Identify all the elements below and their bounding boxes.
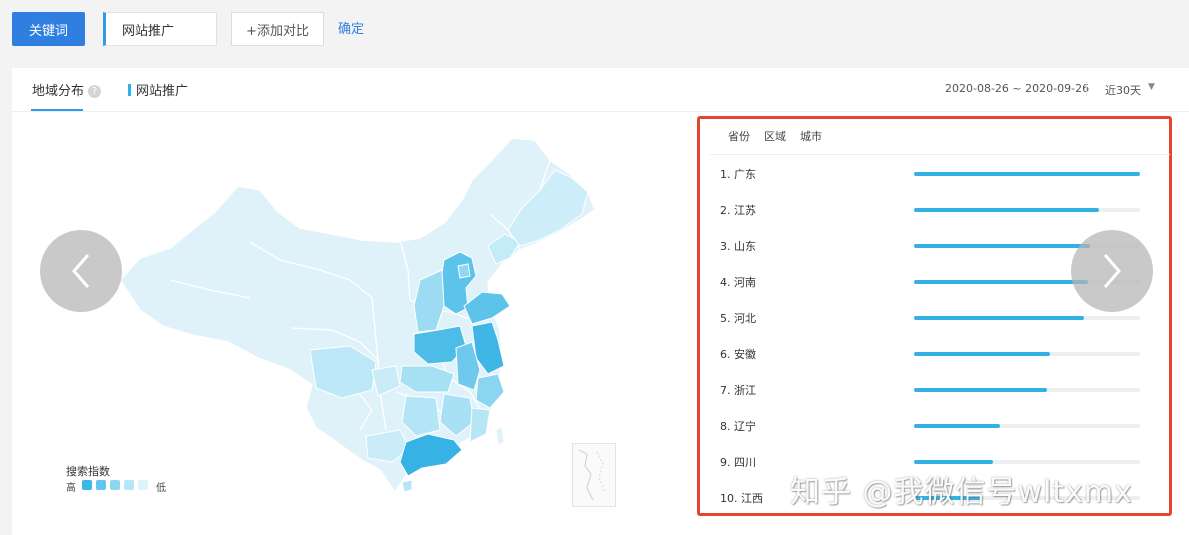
ranking-province-label: 2. 江苏	[720, 204, 756, 217]
ranking-bar-track	[914, 172, 1140, 176]
zhihu-watermark: 知乎 @我微信号wltxmx	[790, 475, 1133, 510]
ranking-bar-fill	[914, 460, 994, 464]
ranking-divider	[710, 154, 1170, 155]
ranking-bar-fill	[914, 208, 1100, 212]
panel-divider	[12, 111, 1189, 112]
map-zhejiang	[475, 373, 505, 409]
keyword-button[interactable]: 关键词	[12, 12, 85, 46]
ranking-row: 6. 安徽	[700, 344, 1169, 364]
ranking-tabs: 省份 区域 城市	[728, 128, 836, 144]
ranking-row: 8. 辽宁	[700, 416, 1169, 436]
scale-swatch-3	[110, 480, 120, 490]
scale-high-label: 高	[66, 483, 76, 494]
period-select[interactable]: 近30天	[1105, 82, 1141, 98]
ranking-bar-fill	[914, 388, 1048, 392]
ranking-bar-track	[914, 352, 1140, 356]
south-china-sea-inset	[572, 443, 616, 507]
help-icon[interactable]: ?	[88, 85, 102, 98]
ranking-bar-fill	[914, 424, 1000, 428]
scale-title: 搜索指数	[66, 465, 110, 478]
date-range-picker[interactable]: 2020-08-26 ~ 2020-09-26	[945, 82, 1089, 95]
ranking-bar-track	[914, 388, 1140, 392]
scale-swatch-1	[82, 480, 92, 490]
map-guangdong	[399, 433, 463, 477]
ranking-row: 5. 河北	[700, 308, 1169, 328]
scale-swatch-4	[124, 480, 134, 490]
ranking-province-label: 7. 浙江	[720, 384, 756, 397]
ranking-row: 7. 浙江	[700, 380, 1169, 400]
chevron-right-icon	[1103, 254, 1121, 288]
ranking-province-label: 8. 辽宁	[720, 420, 756, 433]
tab-region-label: 地域分布	[32, 84, 85, 99]
ranking-bar-track	[914, 424, 1140, 428]
ranking-bar-track	[914, 208, 1140, 212]
legend-color-bar	[128, 84, 131, 96]
ranking-province-label: 5. 河北	[720, 312, 756, 325]
prev-arrow-button[interactable]	[40, 230, 122, 312]
scale-swatch-2	[96, 480, 106, 490]
toolbar: 关键词 网站推广 +添加对比 确定	[0, 0, 1189, 62]
tab-area[interactable]: 区域	[764, 130, 786, 143]
ranking-bar-track	[914, 316, 1140, 320]
chevron-down-icon[interactable]: ▼	[1148, 82, 1155, 92]
ranking-bar-fill	[914, 244, 1091, 248]
ranking-bar-fill	[914, 352, 1050, 356]
inset-map	[578, 449, 606, 501]
confirm-link[interactable]: 确定	[338, 18, 364, 37]
ranking-province-label: 3. 山东	[720, 240, 756, 253]
ranking-row: 2. 江苏	[700, 200, 1169, 220]
keyword-legend: 网站推广	[128, 80, 188, 99]
scale-low-label: 低	[156, 483, 166, 494]
scale-swatch-5	[138, 480, 148, 490]
map-base	[119, 137, 596, 494]
tab-region-distribution[interactable]: 地域分布?	[32, 80, 102, 99]
map-taiwan	[495, 425, 505, 447]
ranking-province-label: 4. 河南	[720, 276, 756, 289]
ranking-bar-fill	[914, 280, 1089, 284]
ranking-province-label: 10. 江西	[720, 492, 763, 505]
ranking-row: 1. 广东	[700, 164, 1169, 184]
map-fujian	[469, 407, 491, 443]
china-heat-map[interactable]	[110, 130, 610, 520]
next-arrow-button[interactable]	[1071, 230, 1153, 312]
map-beijing	[457, 263, 471, 279]
ranking-province-label: 6. 安徽	[720, 348, 756, 361]
ranking-province-label: 9. 四川	[720, 456, 756, 469]
tab-province[interactable]: 省份	[728, 130, 750, 143]
date-separator	[1086, 82, 1087, 96]
add-compare-button[interactable]: +添加对比	[231, 12, 324, 46]
keyword-legend-label: 网站推广	[136, 84, 189, 99]
keyword-tag-input[interactable]: 网站推广	[103, 12, 217, 46]
ranking-bar-fill	[914, 172, 1140, 176]
ranking-bar-track	[914, 460, 1140, 464]
ranking-bar-fill	[914, 316, 1084, 320]
chevron-left-icon	[72, 254, 90, 288]
province-ranking-panel: 省份 区域 城市 1. 广东 2. 江苏 3. 山东 4. 河南 5. 河北 6. 安徽 7. …	[697, 116, 1172, 516]
ranking-province-label: 1. 广东	[720, 168, 756, 181]
map-hainan	[401, 479, 413, 493]
tab-city[interactable]: 城市	[800, 130, 822, 143]
